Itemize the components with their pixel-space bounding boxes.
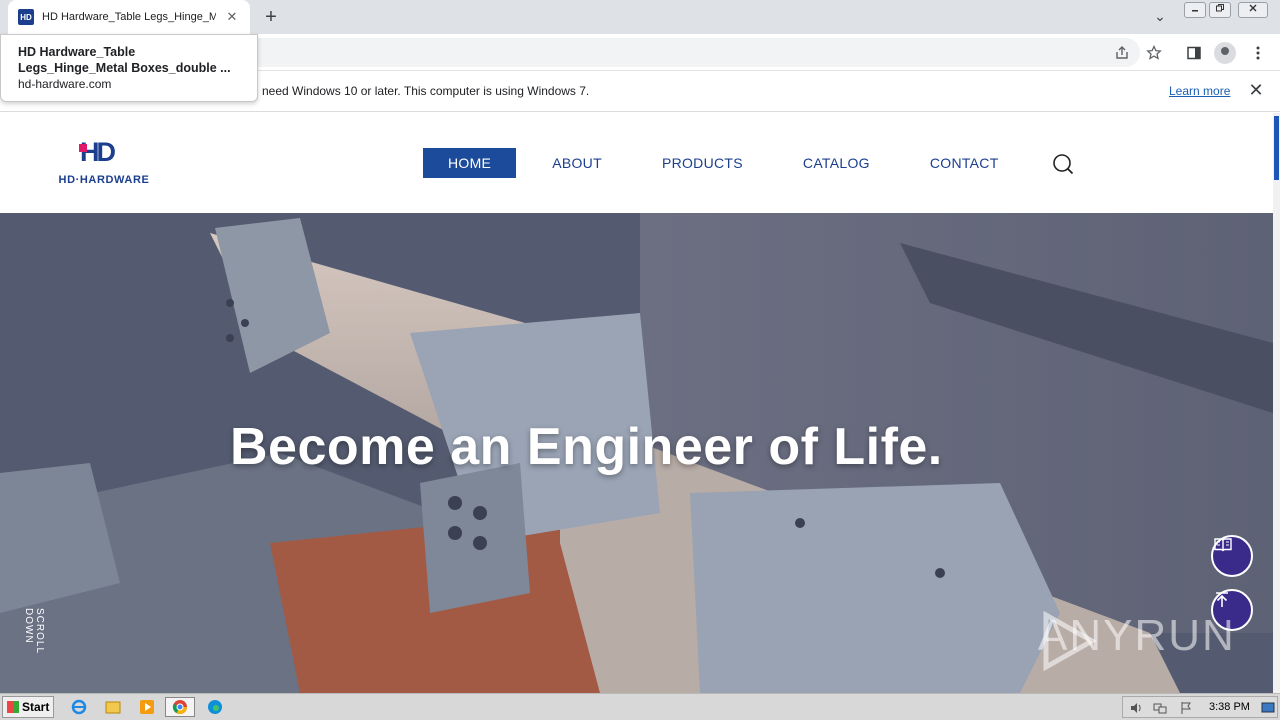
book-icon: [1214, 538, 1232, 552]
restore-button[interactable]: [1209, 2, 1231, 18]
taskbar-clock[interactable]: 3:38 PM: [1209, 701, 1250, 713]
start-button[interactable]: Start: [2, 696, 54, 718]
hero-headline: Become an Engineer of Life.: [230, 418, 943, 476]
chrome-taskbar-icon[interactable]: [165, 697, 195, 717]
catalog-book-button[interactable]: [1211, 535, 1253, 577]
infobar-close-icon[interactable]: ✕: [1246, 80, 1266, 101]
anyrun-watermark: ANY RUN: [1038, 611, 1236, 671]
internet-explorer-icon[interactable]: [68, 697, 90, 717]
infobar-message: l need Windows 10 or later. This compute…: [256, 84, 590, 98]
logo-accent: [79, 144, 87, 152]
hero-banner: Become an Engineer of Life. SCROLL DOWN …: [0, 213, 1273, 693]
minimize-button[interactable]: [1184, 2, 1206, 18]
logo-mark: HD: [80, 137, 116, 167]
browser-tab-strip: HD HD Hardware_Table Legs_Hinge_Metal Bo…: [0, 0, 1280, 34]
watermark-right: RUN: [1134, 611, 1236, 660]
volume-icon[interactable]: [1129, 701, 1143, 715]
site-header: HD HD·HARDWARE HOME ABOUT PRODUCTS CATAL…: [0, 113, 1280, 213]
share-icon[interactable]: [1111, 42, 1133, 64]
start-label: Start: [22, 700, 50, 714]
page-scrollbar-thumb[interactable]: [1274, 116, 1279, 180]
tab-title: HD Hardware_Table Legs_Hinge_Metal Boxes…: [42, 11, 216, 23]
play-triangle-icon: [1043, 611, 1098, 671]
nav-home[interactable]: HOME: [423, 148, 517, 178]
page-scrollbar[interactable]: [1273, 113, 1280, 693]
browser-tab[interactable]: HD HD Hardware_Table Legs_Hinge_Metal Bo…: [8, 0, 250, 34]
tab-close-icon[interactable]: ✕: [224, 9, 240, 25]
windows-taskbar: Start 3:38 PM: [0, 693, 1280, 720]
bookmark-star-icon[interactable]: [1143, 42, 1165, 64]
file-explorer-icon[interactable]: [102, 697, 124, 717]
logo-wordmark: HD·HARDWARE: [58, 174, 150, 186]
hover-card-title: HD Hardware_Table Legs_Hinge_Metal Boxes…: [18, 45, 231, 75]
hd-hardware-logo[interactable]: HD HD·HARDWARE: [42, 137, 166, 189]
media-player-icon[interactable]: [136, 697, 158, 717]
hover-card-url: hd-hardware.com: [18, 77, 112, 91]
nav-about[interactable]: ABOUT: [527, 148, 627, 178]
arrow-up-icon: [1216, 592, 1228, 607]
site-favicon-icon: HD: [18, 9, 34, 25]
new-tab-button[interactable]: +: [260, 6, 282, 28]
minimize-icon: [1192, 10, 1198, 12]
network-icon[interactable]: [1153, 701, 1167, 715]
nav-products[interactable]: PRODUCTS: [637, 148, 768, 178]
tab-search-chevron-icon[interactable]: ⌄: [1150, 8, 1170, 26]
nav-contact[interactable]: CONTACT: [905, 148, 1024, 178]
profile-avatar-icon[interactable]: [1214, 42, 1236, 64]
restore-icon: [1216, 4, 1224, 12]
action-center-flag-icon[interactable]: [1179, 701, 1193, 715]
windows-flag-icon: [7, 701, 19, 713]
edge-icon[interactable]: [204, 697, 226, 717]
close-icon: [1249, 4, 1257, 12]
scroll-down-label[interactable]: SCROLL DOWN: [23, 608, 45, 693]
close-window-button[interactable]: [1238, 2, 1268, 18]
learn-more-link[interactable]: Learn more: [1169, 84, 1230, 98]
nav-catalog[interactable]: CATALOG: [778, 148, 895, 178]
tab-hover-card: HD Hardware_Table Legs_Hinge_Metal Boxes…: [0, 34, 258, 102]
show-desktop-icon[interactable]: [1261, 701, 1275, 715]
side-panel-icon[interactable]: [1183, 42, 1205, 64]
main-navigation: HOME ABOUT PRODUCTS CATALOG CONTACT: [423, 148, 1024, 178]
search-icon[interactable]: [1052, 153, 1074, 175]
browser-menu-icon[interactable]: [1247, 42, 1269, 64]
system-tray: 3:38 PM: [1122, 696, 1278, 718]
